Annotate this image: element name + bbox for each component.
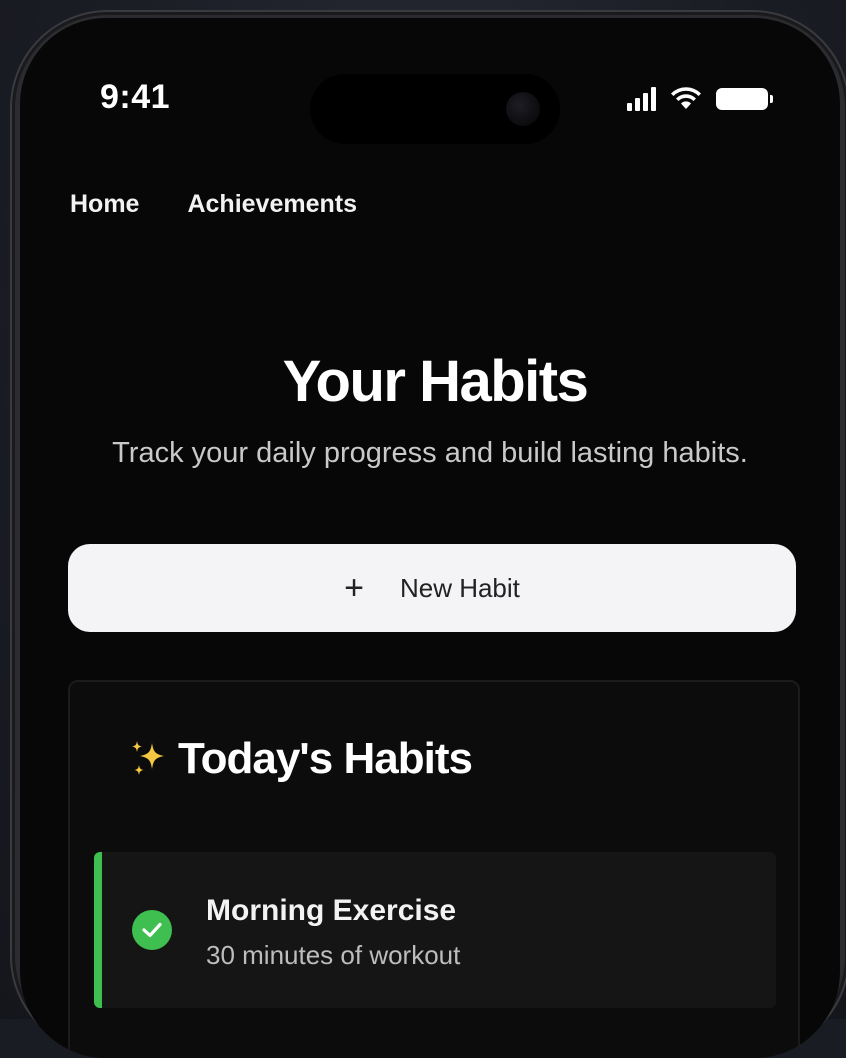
status-bar: 9:41 [20,18,840,158]
habit-description: 30 minutes of workout [206,940,461,970]
habit-name: Morning Exercise [206,894,457,927]
status-icons [627,84,773,114]
battery-icon [716,88,773,110]
wifi-icon [671,87,701,109]
nav-home[interactable]: Home [70,190,139,219]
todays-habits-card: Today's Habits Morning Exercise 30 minut… [68,680,800,1058]
sparkles-icon [132,741,164,775]
page-subtitle: Track your daily progress and build last… [112,437,748,469]
nav-achievements[interactable]: Achievements [187,190,357,219]
todays-habits-header: Today's Habits [126,734,473,784]
new-habit-button[interactable]: + New Habit [68,544,796,632]
phone-screen: 9:41 Home Achievements Your Habits Track… [20,18,840,1058]
camera-icon [506,92,540,126]
new-habit-label: New Habit [399,572,520,603]
top-nav: Home Achievements [70,190,357,219]
check-circle-icon[interactable] [132,910,172,950]
habit-item[interactable]: Morning Exercise 30 minutes of workout [94,852,776,1008]
hero: Your Habits Track your daily progress an… [20,348,840,473]
status-time: 9:41 [100,78,171,116]
plus-icon: + [344,569,364,607]
dynamic-island [310,74,560,144]
todays-habits-title: Today's Habits [178,734,473,783]
checkmark-icon [142,922,162,938]
cellular-signal-icon [627,87,656,111]
page-title: Your Habits [282,349,589,414]
